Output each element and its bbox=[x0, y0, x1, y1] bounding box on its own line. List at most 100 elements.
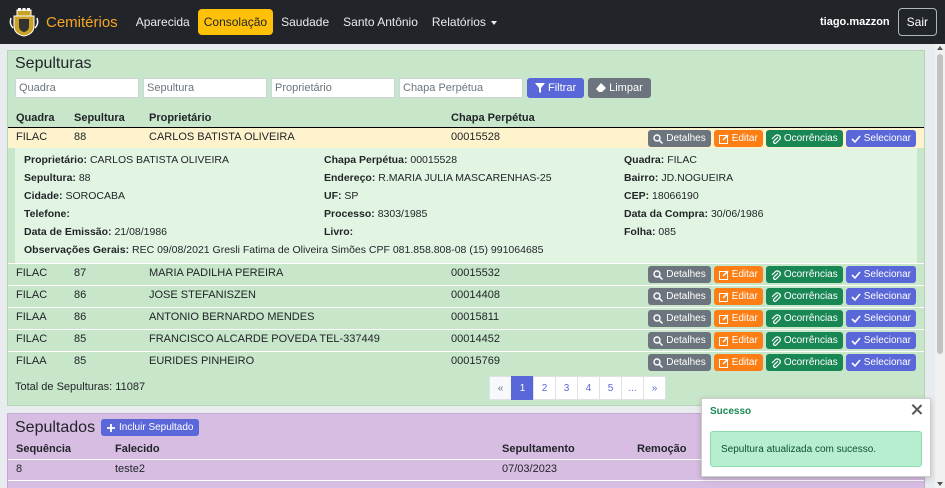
column-falecido: Falecido bbox=[115, 443, 160, 455]
details-label: Detalhes bbox=[666, 335, 706, 346]
column-quadra: Quadra bbox=[16, 112, 55, 124]
brand[interactable]: Cemitérios bbox=[8, 6, 118, 38]
occurrences-label: Ocorrências bbox=[783, 335, 838, 346]
detail-livro: Livro: bbox=[324, 226, 353, 238]
details-button[interactable]: Detalhes bbox=[648, 354, 711, 371]
detail-folha-value: 085 bbox=[658, 226, 676, 238]
select-button[interactable]: Selecionar bbox=[845, 310, 916, 327]
details-label: Detalhes bbox=[666, 313, 706, 324]
include-sepultado-button[interactable]: Incluir Sepultado bbox=[101, 419, 199, 436]
quadra-filter-input[interactable]: Quadra bbox=[15, 78, 139, 98]
details-button[interactable]: Detalhes bbox=[648, 332, 711, 349]
cell-quadra: FILAC bbox=[16, 131, 48, 143]
select-label: Selecionar bbox=[863, 133, 911, 144]
nav-aparecida[interactable]: Aparecida bbox=[130, 9, 196, 35]
clear-button[interactable]: Limpar bbox=[588, 78, 651, 98]
search-icon bbox=[653, 335, 664, 346]
page-1[interactable]: 1 bbox=[511, 376, 534, 400]
occurrences-button[interactable]: Ocorrências bbox=[765, 288, 843, 305]
scroll-thumb[interactable] bbox=[937, 54, 943, 354]
scroll-up-arrow-icon[interactable] bbox=[937, 46, 943, 50]
detail-cidade: Cidade: SOROCABA bbox=[24, 190, 125, 202]
detail-sepultura: Sepultura: 88 bbox=[24, 172, 91, 184]
occurrences-button[interactable]: Ocorrências bbox=[765, 130, 843, 147]
detail-observacoes-value: REC 09/08/2021 Gresli Fatima de Oliveira… bbox=[131, 244, 544, 256]
edit-icon bbox=[718, 335, 729, 346]
detail-quadra-label: Quadra: bbox=[624, 154, 665, 166]
detail-observacoes: Observações Gerais: REC 09/08/2021 Gresl… bbox=[24, 244, 543, 256]
page-next[interactable]: » bbox=[643, 376, 666, 400]
detail-processo-value: 8303/1985 bbox=[377, 208, 428, 220]
total-sepulturas: Total de Sepulturas: 11087 bbox=[15, 381, 146, 393]
occurrences-button[interactable]: Ocorrências bbox=[765, 354, 843, 371]
logout-button[interactable]: Sair bbox=[897, 8, 937, 36]
edit-button[interactable]: Editar bbox=[713, 310, 763, 327]
detail-uf-value: SP bbox=[344, 190, 359, 202]
table-row[interactable]: FILAA 86 ANTONIO BERNARDO MENDES 0001581… bbox=[8, 307, 924, 328]
select-button[interactable]: Selecionar bbox=[845, 332, 916, 349]
detail-observacoes-label: Observações Gerais: bbox=[24, 244, 130, 256]
table-row[interactable]: FILAC 85 FRANCISCO ALCARDE POVEDA TEL-33… bbox=[8, 329, 924, 350]
clear-button-label: Limpar bbox=[609, 82, 643, 94]
cell-sepultura: 86 bbox=[74, 289, 87, 301]
city-crest-icon bbox=[9, 8, 39, 37]
table-row[interactable] bbox=[8, 480, 924, 488]
toast-message: Sepultura atualizada com sucesso. bbox=[710, 431, 922, 467]
check-icon bbox=[851, 292, 861, 301]
page-4[interactable]: 4 bbox=[577, 376, 600, 400]
occurrences-button[interactable]: Ocorrências bbox=[765, 332, 843, 349]
edit-button[interactable]: Editar bbox=[713, 266, 763, 283]
table-row[interactable]: FILAA 85 EURIDES PINHEIRO 00015769 Detal… bbox=[8, 351, 924, 372]
occurrences-button[interactable]: Ocorrências bbox=[765, 266, 843, 283]
table-row[interactable]: FILAC 87 MARIA PADILHA PEREIRA 00015532 … bbox=[8, 263, 924, 284]
check-icon bbox=[851, 358, 861, 367]
page-ellipsis[interactable]: ... bbox=[621, 376, 644, 400]
page-scrollbar[interactable] bbox=[935, 44, 945, 488]
nav-santo-antonio[interactable]: Santo Antônio bbox=[337, 9, 424, 35]
detail-chapa-value: 00015528 bbox=[410, 154, 458, 166]
navbar: Cemitérios Aparecida Consolação Saudade … bbox=[0, 0, 945, 44]
details-button[interactable]: Detalhes bbox=[648, 310, 711, 327]
eraser-icon bbox=[596, 83, 607, 92]
cell-proprietario: EURIDES PINHEIRO bbox=[149, 355, 255, 367]
success-toast: Sucesso Sepultura atualizada com sucesso… bbox=[701, 398, 931, 477]
details-button[interactable]: Detalhes bbox=[648, 288, 711, 305]
nav-relatorios[interactable]: Relatórios bbox=[426, 9, 503, 35]
edit-button[interactable]: Editar bbox=[713, 332, 763, 349]
cell-quadra: FILAA bbox=[16, 355, 47, 367]
sepultura-filter-input[interactable]: Sepultura bbox=[143, 78, 267, 98]
edit-button[interactable]: Editar bbox=[713, 354, 763, 371]
edit-button[interactable]: Editar bbox=[713, 288, 763, 305]
select-button[interactable]: Selecionar bbox=[845, 354, 916, 371]
select-button[interactable]: Selecionar bbox=[845, 288, 916, 305]
close-icon[interactable] bbox=[911, 403, 923, 415]
page-5[interactable]: 5 bbox=[599, 376, 622, 400]
proprietario-filter-input[interactable]: Proprietário bbox=[271, 78, 395, 98]
chapa-filter-input[interactable]: Chapa Perpétua bbox=[399, 78, 523, 98]
edit-button[interactable]: Editar bbox=[713, 130, 763, 147]
scroll-down-arrow-icon[interactable] bbox=[937, 482, 943, 486]
select-button[interactable]: Selecionar bbox=[845, 266, 916, 283]
edit-label: Editar bbox=[731, 133, 758, 144]
occurrences-button[interactable]: Ocorrências bbox=[765, 310, 843, 327]
page-2[interactable]: 2 bbox=[533, 376, 556, 400]
column-proprietario: Proprietário bbox=[149, 112, 212, 124]
edit-label: Editar bbox=[731, 291, 758, 302]
nav-saudade[interactable]: Saudade bbox=[275, 9, 335, 35]
pagination: « 1 2 3 4 5 ... » bbox=[489, 376, 666, 400]
page-3[interactable]: 3 bbox=[555, 376, 578, 400]
page-prev[interactable]: « bbox=[489, 376, 512, 400]
table-row[interactable]: FILAC 86 JOSE STEFANISZEN 00014408 Detal… bbox=[8, 285, 924, 306]
cell-chapa: 00014408 bbox=[451, 289, 500, 301]
detail-telefone: Telefone: bbox=[24, 208, 70, 220]
table-row[interactable]: FILAC 88 CARLOS BATISTA OLIVEIRA 0001552… bbox=[8, 127, 924, 148]
details-button[interactable]: Detalhes bbox=[648, 266, 711, 283]
select-button[interactable]: Selecionar bbox=[845, 130, 916, 147]
sepulturas-card: Sepulturas Quadra Sepultura Proprietário… bbox=[7, 50, 925, 406]
column-chapa: Chapa Perpétua bbox=[451, 112, 535, 124]
cell-sepultamento: 07/03/2023 bbox=[502, 463, 558, 475]
details-button[interactable]: Detalhes bbox=[648, 130, 711, 147]
cell-quadra: FILAC bbox=[16, 333, 48, 345]
nav-consolacao[interactable]: Consolação bbox=[197, 9, 274, 35]
filter-button[interactable]: Filtrar bbox=[527, 78, 585, 98]
